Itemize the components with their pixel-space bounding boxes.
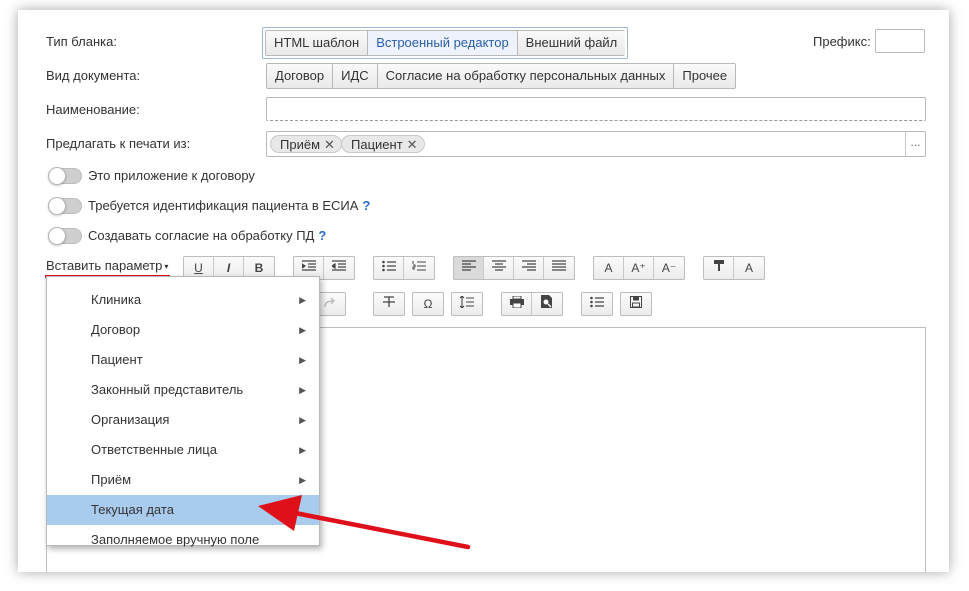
document-form-window: Тип бланка: HTML шаблон Встроенный редак… [18,10,949,572]
annotation-arrow [258,495,471,550]
